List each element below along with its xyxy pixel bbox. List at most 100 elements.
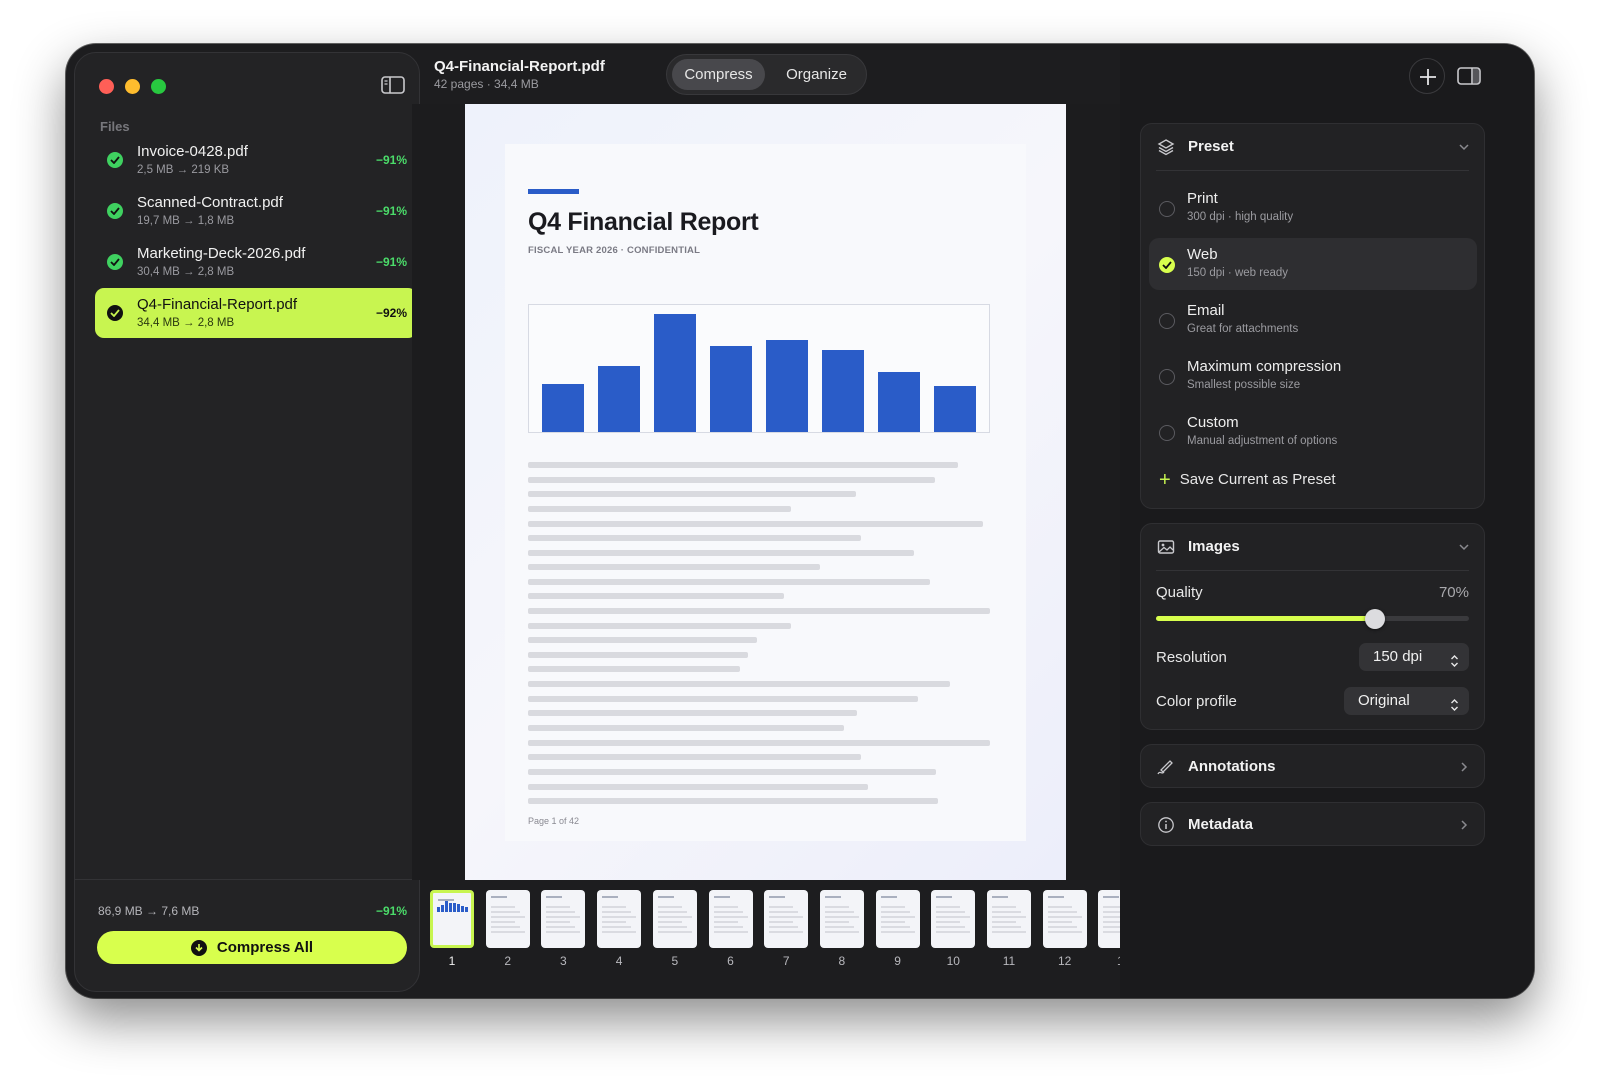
file-size: 19,7 MB → 1,8 MB	[137, 215, 235, 227]
radio-icon	[1159, 369, 1175, 385]
text-line	[528, 754, 861, 760]
download-icon	[190, 939, 207, 956]
file-item[interactable]: Marketing-Deck-2026.pdf 30,4 MB → 2,8 MB…	[95, 237, 417, 287]
quality-slider-thumb[interactable]	[1365, 609, 1386, 629]
text-line	[528, 506, 791, 512]
preset-card-header[interactable]: Preset	[1141, 124, 1484, 170]
page-thumbnail[interactable]	[708, 890, 753, 948]
page-thumbnail[interactable]	[987, 890, 1031, 948]
zoom-window-button[interactable]	[151, 79, 166, 94]
check-icon	[107, 152, 123, 168]
thumbnail-number: 5	[671, 954, 679, 968]
preset-title: Preset	[1188, 138, 1234, 155]
quality-slider[interactable]	[1156, 609, 1469, 629]
page-thumbnail[interactable]	[430, 890, 474, 948]
updown-chevron-icon	[1450, 694, 1459, 711]
text-line	[528, 725, 844, 731]
report-subtitle: FISCAL YEAR 2026 · CONFIDENTIAL	[528, 245, 701, 256]
plus-icon	[1420, 69, 1436, 85]
color-profile-select[interactable]: Original	[1344, 687, 1469, 715]
page-thumbnail[interactable]	[1042, 890, 1087, 948]
page-content: Q4 Financial Report FISCAL YEAR 2026 · C…	[505, 144, 1026, 841]
preset-option-name: Web	[1187, 246, 1218, 263]
resolution-select[interactable]: 150 dpi	[1359, 643, 1469, 671]
thumbnail-number: 4	[615, 954, 623, 968]
thumbnail-number: 12	[1058, 954, 1072, 968]
inspector-toggle-icon[interactable]	[1457, 66, 1481, 86]
text-line	[528, 550, 914, 556]
check-icon	[107, 203, 123, 219]
radio-icon	[1159, 425, 1175, 441]
metadata-card[interactable]: Metadata	[1140, 802, 1485, 846]
pen-icon	[1157, 758, 1175, 776]
file-reduction: −91%	[375, 255, 407, 269]
color-profile-value: Original	[1358, 692, 1410, 709]
tab-organize[interactable]: Organize	[770, 59, 863, 90]
file-name: Invoice-0428.pdf	[137, 143, 248, 160]
radio-icon	[1159, 313, 1175, 329]
thumbnail-number: 2	[504, 954, 512, 968]
close-window-button[interactable]	[99, 79, 114, 94]
page-thumbnail[interactable]	[931, 890, 976, 948]
thumbnail-number: 10	[946, 954, 960, 968]
preset-option-print[interactable]: Print 300 dpi · high quality	[1149, 182, 1477, 234]
thumbnail-number: 3	[560, 954, 567, 968]
preset-card: Preset Print 300 dpi · high quality Web …	[1140, 123, 1485, 509]
quality-slider-fill	[1156, 616, 1376, 621]
page-thumbnail[interactable]	[764, 890, 809, 948]
chevron-right-icon	[1458, 760, 1470, 772]
text-line	[528, 652, 748, 658]
text-line	[528, 564, 820, 570]
save-preset-button[interactable]: + Save Current as Preset	[1159, 470, 1336, 490]
preset-option-desc: Smallest possible size	[1187, 379, 1301, 391]
text-line	[528, 666, 740, 672]
add-file-button[interactable]	[1409, 58, 1445, 94]
file-item-selected[interactable]: Q4-Financial-Report.pdf 34,4 MB → 2,8 MB…	[95, 288, 417, 338]
sidebar: Files Invoice-0428.pdf 2,5 MB → 219 KB −…	[74, 52, 421, 992]
text-line	[528, 521, 983, 527]
text-line	[528, 784, 868, 790]
text-line	[528, 491, 856, 497]
thumbnail-number: 8	[838, 954, 846, 968]
page-thumbnail[interactable]	[875, 890, 920, 948]
app-window: Files Invoice-0428.pdf 2,5 MB → 219 KB −…	[66, 44, 1534, 998]
text-line	[528, 608, 990, 614]
preset-option-email[interactable]: Email Great for attachments	[1149, 294, 1477, 346]
text-line	[528, 477, 935, 483]
file-size: 2,5 MB → 219 KB	[137, 164, 230, 176]
save-preset-label: Save Current as Preset	[1179, 471, 1336, 488]
page-thumbnail[interactable]	[485, 890, 530, 948]
settings-panel: Preset Print 300 dpi · high quality Web …	[1120, 44, 1534, 998]
page-thumbnail[interactable]	[597, 890, 642, 948]
preset-option-web[interactable]: Web 150 dpi · web ready	[1149, 238, 1477, 290]
text-line	[528, 798, 938, 804]
page-thumbnail[interactable]	[652, 890, 697, 948]
preset-option-maximum-compression[interactable]: Maximum compression Smallest possible si…	[1149, 350, 1477, 402]
file-list: Invoice-0428.pdf 2,5 MB → 219 KB −91% Sc…	[95, 135, 417, 339]
quality-value: 70%	[1438, 584, 1469, 601]
file-reduction: −91%	[375, 153, 407, 167]
page-thumbnail[interactable]	[541, 890, 586, 948]
tab-compress[interactable]: Compress	[672, 59, 765, 90]
chart-bar	[766, 340, 808, 432]
compress-all-button[interactable]: Compress All	[97, 931, 407, 964]
file-name: Marketing-Deck-2026.pdf	[137, 245, 306, 262]
thumbnail-strip[interactable]: 1234567891011121	[420, 880, 1120, 990]
minimize-window-button[interactable]	[125, 79, 140, 94]
images-card-header[interactable]: Images	[1141, 524, 1484, 570]
file-item[interactable]: Scanned-Contract.pdf 19,7 MB → 1,8 MB −9…	[95, 186, 417, 236]
annotations-card[interactable]: Annotations	[1140, 744, 1485, 788]
document-title: Q4-Financial-Report.pdf	[434, 58, 605, 75]
chart-bar	[654, 314, 696, 432]
chevron-down-icon	[1458, 140, 1470, 152]
page-thumbnail[interactable]	[1098, 890, 1120, 948]
preset-option-desc: 150 dpi · web ready	[1187, 267, 1289, 279]
preset-option-custom[interactable]: Custom Manual adjustment of options	[1149, 406, 1477, 458]
quality-label: Quality	[1156, 584, 1203, 601]
page-thumbnail[interactable]	[819, 890, 864, 948]
resolution-value: 150 dpi	[1373, 648, 1423, 665]
preset-option-desc: Manual adjustment of options	[1187, 435, 1338, 447]
file-size: 30,4 MB → 2,8 MB	[137, 266, 235, 278]
sidebar-toggle-icon[interactable]	[381, 75, 405, 95]
file-item[interactable]: Invoice-0428.pdf 2,5 MB → 219 KB −91%	[95, 135, 417, 185]
